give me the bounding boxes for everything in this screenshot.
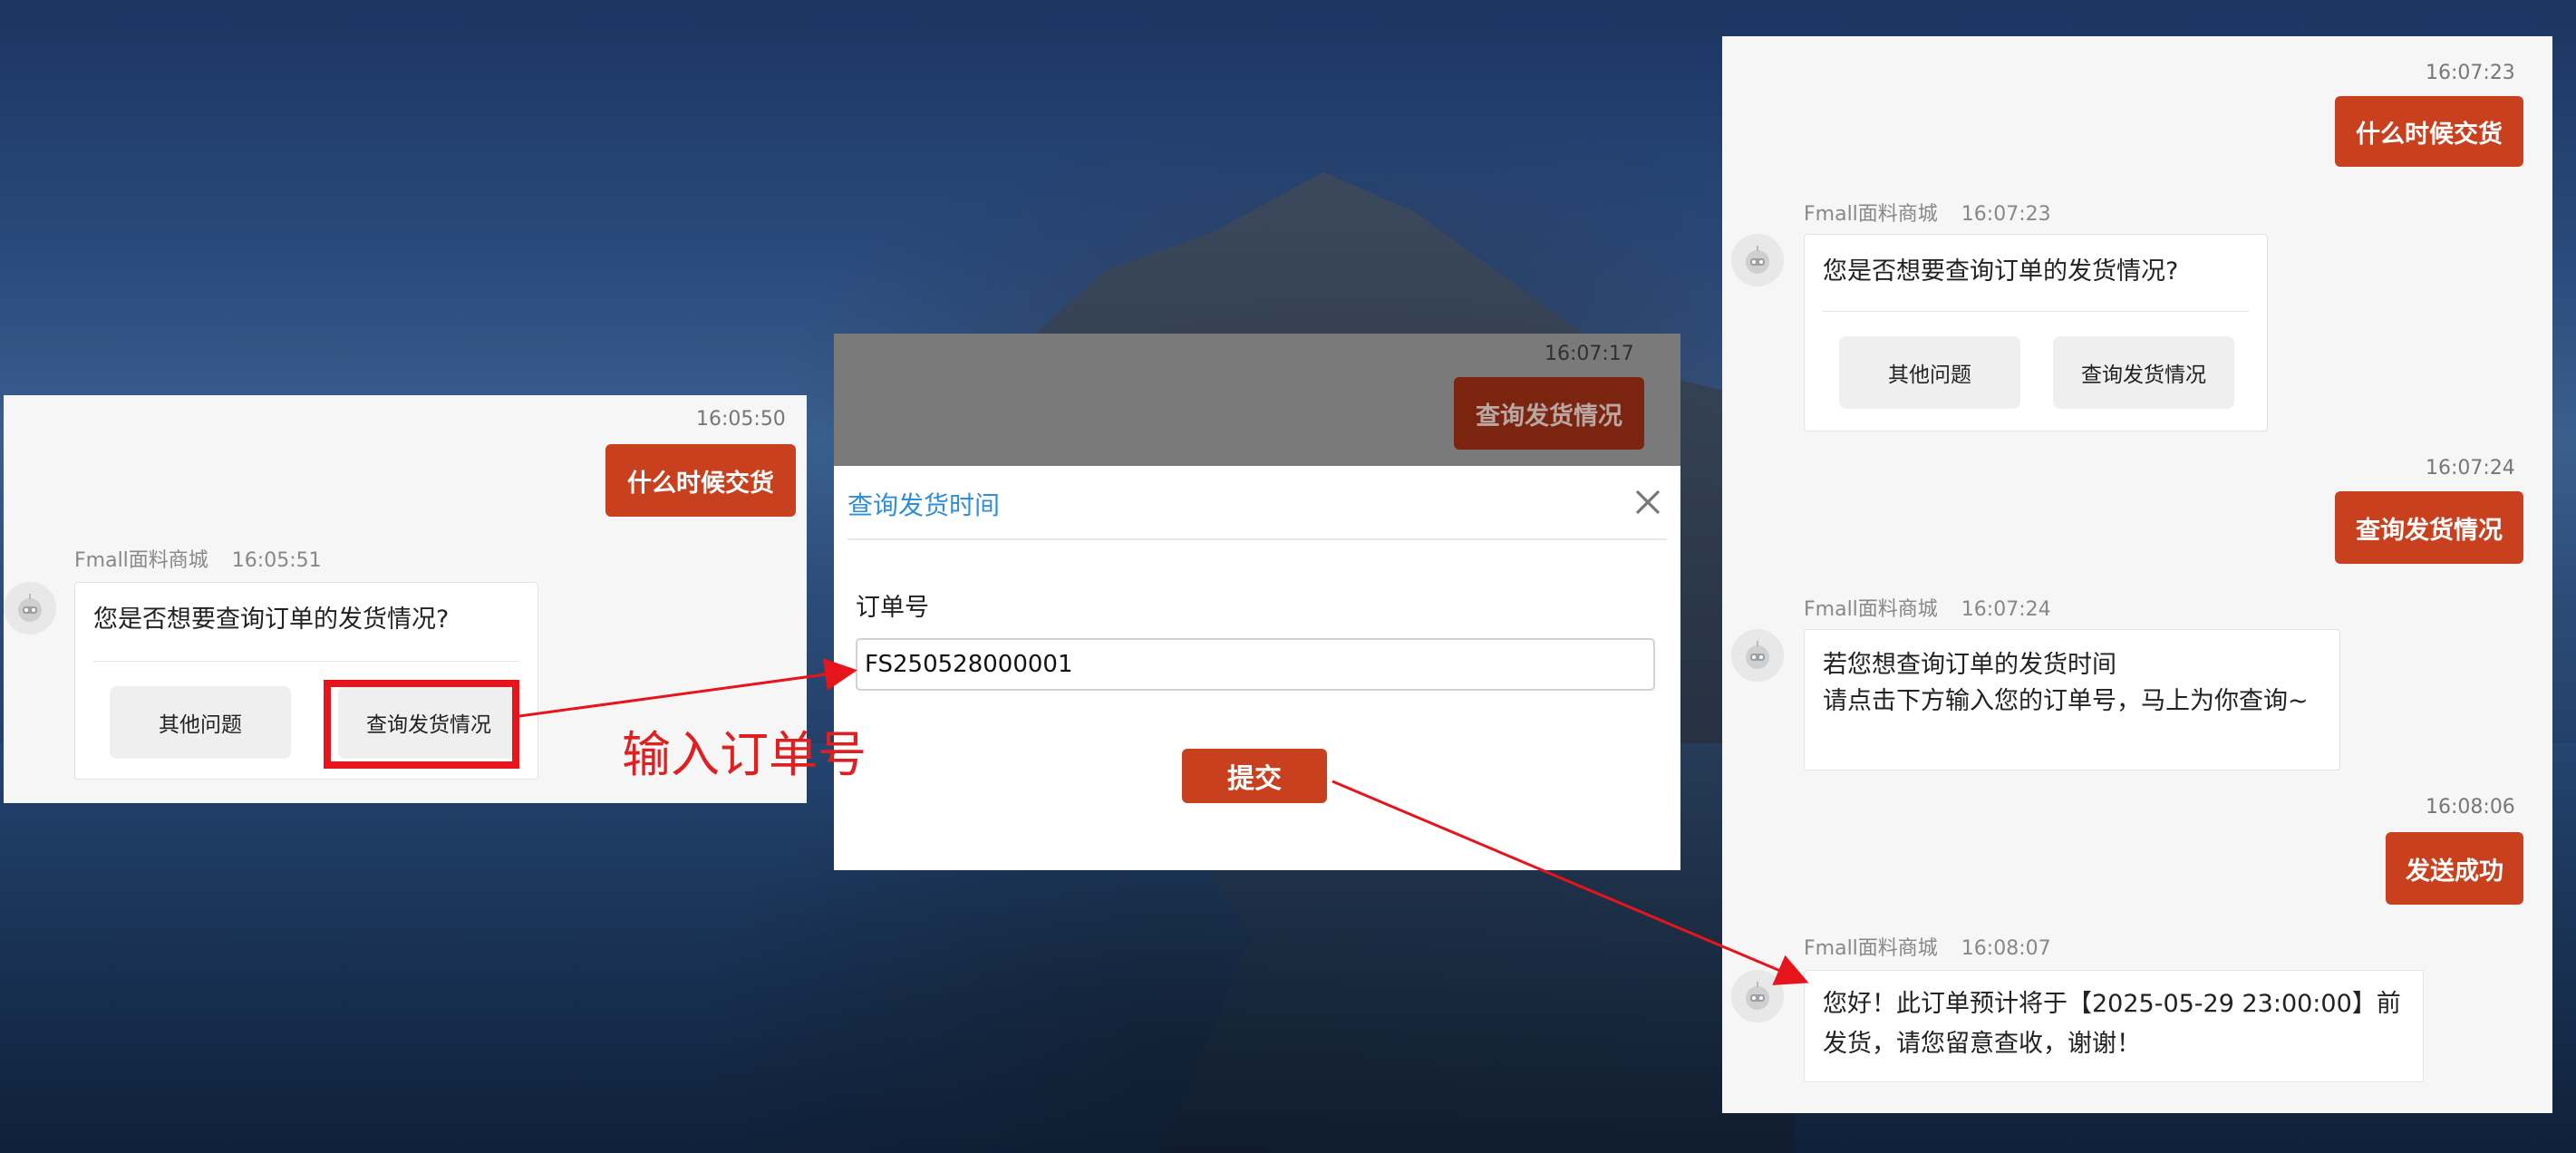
bot-reply-card: 您好！此订单预计将于【2025-05-29 23:00:00】前 发货，请您留意… [1804,970,2424,1082]
reply-line-1: 您好！此订单预计将于【2025-05-29 23:00:00】前 [1823,990,2401,1018]
sender-name: Fmall面料商城 [74,549,208,572]
sender-line: Fmall面料商城 16:08:07 [1804,932,2051,961]
sender-name: Fmall面料商城 [1804,203,1938,226]
mid-chat-panel: 16:07:17 查询发货情况 [834,334,1680,466]
sender-name: Fmall面料商城 [1804,937,1938,960]
reply-line-1: 若您想查询订单的发货时间 [1823,651,2116,679]
sender-line: Fmall面料商城 16:05:51 [74,544,322,573]
sender-time: 16:05:51 [231,549,322,572]
robot-avatar-icon [1731,970,1784,1022]
query-shipping-button[interactable]: 查询发货情况 [2053,336,2234,409]
sender-line: Fmall面料商城 16:07:23 [1804,198,2051,227]
dialog-title: 查询发货时间 [847,490,1001,520]
order-number-input[interactable] [856,638,1655,691]
sender-time: 16:08:07 [1961,937,2051,960]
right-chat-panel: 16:07:23 什么时候交货 Fmall面料商城 16:07:23 您是否想要查… [1722,36,2552,1113]
user-message-bubble: 查询发货情况 [1454,377,1644,450]
other-question-button[interactable]: 其他问题 [1839,336,2020,409]
divider [1823,311,2249,312]
close-icon[interactable] [1632,486,1664,518]
submit-button[interactable]: 提交 [1182,749,1327,803]
user-message-bubble: 查询发货情况 [2335,491,2523,564]
query-dialog: 查询发货时间 订单号 提交 [834,466,1680,870]
robot-avatar-icon [1731,234,1784,286]
bot-question-card: 您是否想要查询订单的发货情况? 其他问题 查询发货情况 [1804,234,2268,431]
sender-time: 16:07:23 [1961,203,2051,226]
sender-line: Fmall面料商城 16:07:24 [1804,593,2051,622]
bot-reply-card: 若您想查询订单的发货时间 请点击下方输入您的订单号，马上为你查询~ [1804,629,2340,770]
other-question-button[interactable]: 其他问题 [110,686,291,759]
divider [847,538,1667,540]
timestamp: 16:07:23 [2426,62,2515,84]
user-message-bubble: 什么时候交货 [2335,96,2523,167]
robot-avatar-icon [1731,629,1784,682]
sender-name: Fmall面料商城 [1804,598,1938,621]
question-text: 您是否想要查询订单的发货情况? [93,606,450,634]
reply-line-2: 发货，请您留意查收，谢谢！ [1823,1030,2141,1058]
divider [93,661,519,662]
timestamp: 16:07:24 [2426,457,2515,480]
timestamp: 16:05:50 [696,408,786,431]
question-text: 您是否想要查询订单的发货情况? [1823,257,2179,286]
user-message-bubble: 什么时候交货 [605,444,796,517]
timestamp: 16:07:17 [1545,343,1634,365]
timestamp: 16:08:06 [2426,796,2515,819]
user-message-bubble: 发送成功 [2386,832,2523,905]
annotation-label: 输入订单号 [622,726,867,783]
sender-time: 16:07:24 [1961,598,2051,621]
order-number-label: 订单号 [856,594,929,622]
highlight-box [324,680,519,769]
reply-line-2: 请点击下方输入您的订单号，马上为你查询~ [1823,687,2309,715]
robot-avatar-icon [4,582,56,635]
